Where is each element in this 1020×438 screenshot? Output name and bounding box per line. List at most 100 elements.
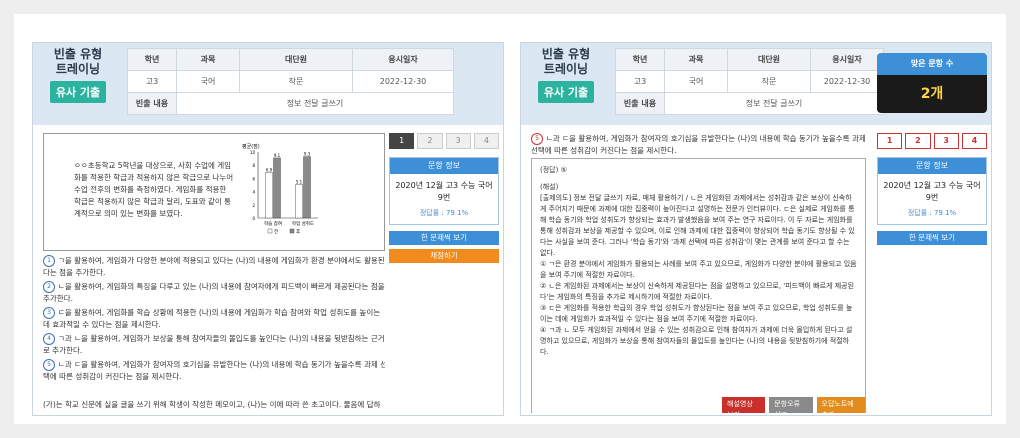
- bar-전-학업 성취도: [295, 184, 303, 219]
- view-one-button[interactable]: 한 문제씩 보기: [877, 231, 987, 245]
- bar-전-학습 참여: [265, 172, 273, 219]
- brand: 빈출 유형 트레이닝 유사 기출: [43, 47, 113, 103]
- option-3-text: ㄷ을 활용하여, 게임화를 학습 상황에 적용한 (나)의 내용에 게임화가 학…: [43, 308, 381, 329]
- watch-video-button[interactable]: 해설영상 보기: [722, 397, 766, 413]
- passage-text: ㅇㅇ초등학교 5학년을 대상으로, 사회 수업에 게임화를 적용한 학급과 적용…: [74, 161, 234, 218]
- option-5[interactable]: 5 ㄴ과 ㄷ을 활용하여, 게임화가 참여자의 호기심을 유발한다는 (나)의 내…: [43, 359, 385, 383]
- option-3-number: 3: [43, 307, 55, 319]
- brand-line1: 빈출 유형: [541, 47, 591, 61]
- option-2[interactable]: 2 ㄴ을 활용하여, 게임화의 특징을 다루고 있는 (나)의 내용에 참여자에게…: [43, 281, 385, 305]
- date-value: 2022-12-30: [352, 70, 454, 93]
- legend-swatch: [289, 228, 295, 234]
- side-panel: 1 2 3 4 문항 정보 2020년 12월 고3 수능 국어 9번 정답률 …: [389, 133, 499, 263]
- left-panel: 빈출 유형 트레이닝 유사 기출 학년 과목 대단원 응시일자 고3 국어 작문…: [32, 42, 504, 416]
- explanation-item-3: ③ ㄷ은 게임화를 적용한 학급의 경우 학업 성취도가 향상된다는 점을 보여…: [540, 304, 853, 323]
- brand-line2: 트레이닝: [543, 62, 589, 76]
- subject-value: 국어: [664, 70, 728, 93]
- bar-value-label: 6.9: [266, 167, 273, 172]
- tab-1[interactable]: 1: [389, 133, 415, 149]
- tab-3[interactable]: 3: [445, 133, 471, 149]
- add-wrong-note-button[interactable]: 오답노트에 추가: [816, 397, 865, 413]
- right-panel: 빈출 유형 트레이닝 유사 기출 학년 과목 대단원 응시일자 고3 국어 작문…: [520, 42, 992, 416]
- option-4[interactable]: 4 ㄱ과 ㄴ을 활용하여, 게임화가 보상을 통해 참여자들의 몰입도를 높인다는…: [43, 333, 385, 357]
- question-info-box: 문항 정보 2020년 12월 고3 수능 국어 9번 정답률 : 79.1%: [389, 157, 499, 225]
- tab-2[interactable]: 2: [417, 133, 443, 149]
- date-header: 응시일자: [810, 48, 884, 71]
- question-content[interactable]: ㅇㅇ초등학교 5학년을 대상으로, 사회 수업에 게임화를 적용한 학급과 적용…: [43, 133, 385, 413]
- unit-header: 대단원: [727, 48, 811, 71]
- view-one-button[interactable]: 한 문제씩 보기: [389, 231, 499, 245]
- option-5-text: ㄴ과 ㄷ을 활용하여, 게임화가 참여자의 호기심을 유발한다는 (나)의 내용…: [531, 134, 866, 155]
- answer-actions: 해설영상 보기 문항오류 신고 오답노트에 추가: [722, 397, 865, 413]
- legend-swatch: [267, 228, 273, 234]
- question-info-box: 문항 정보 2020년 12월 고3 수능 국어 9번 정답률 : 79.1%: [877, 157, 987, 225]
- grade-label: 채점하기: [430, 251, 458, 260]
- subject-value: 국어: [176, 70, 240, 93]
- option-3[interactable]: 3 ㄷ을 활용하여, 게임화를 학습 상황에 적용한 (나)의 내용에 게임화가 …: [43, 307, 385, 331]
- header: 빈출 유형 트레이닝 유사 기출 학년 과목 대단원 응시일자 고3 국어 작문…: [33, 43, 503, 125]
- question-info-source: 2020년 12월 고3 수능 국어 9번: [883, 181, 981, 202]
- y-tick-label: 0: [252, 216, 255, 221]
- option-5-number: 5: [531, 133, 543, 145]
- option-1-number: 1: [43, 255, 55, 267]
- content-label: 빈출 내용: [127, 92, 177, 115]
- bar-chart: 평균(점) 0 2 4 6 8 10 6.9 9.1 학습 참여 5.1 9.3 학업 성취도전 후: [242, 143, 318, 235]
- header: 빈출 유형 트레이닝 유사 기출 학년 과목 대단원 응시일자 고3 국어 작문…: [521, 43, 991, 125]
- correct-rate: 정답률 : 79.1%: [419, 209, 469, 217]
- explanation-item-1: ① ㄱ은 환경 분야에서 게임화가 활용되는 사례를 보여 주고 있으므로, 게…: [540, 260, 857, 279]
- side-panel: 1 2 3 4 문항 정보 2020년 12월 고3 수능 국어 9번 정답률 …: [877, 133, 987, 245]
- answer-label: (정답) ⑤: [540, 166, 567, 174]
- explanation-body: [출제의도] 정보 전달 글쓰기 자료, 매체 활용하기 / ㄴ은 게임화된 과…: [540, 194, 855, 257]
- score-value: 2개: [877, 75, 987, 113]
- score-box: 맞은 문항 수 2개: [877, 53, 987, 113]
- option-1[interactable]: 1 ㄱ을 활용하여, 게임화가 다양한 분야에 적용되고 있다는 (나)의 내용에…: [43, 255, 385, 279]
- question-info-title: 문항 정보: [390, 158, 498, 174]
- tab-3[interactable]: 3: [933, 133, 959, 149]
- category-label: 학습 참여: [264, 220, 282, 227]
- option-5-text: ㄴ과 ㄷ을 활용하여, 게임화가 참여자의 호기심을 유발한다는 (나)의 내용…: [43, 360, 385, 381]
- unit-value: 작문: [239, 70, 353, 93]
- question-info-source: 2020년 12월 고3 수능 국어 9번: [395, 181, 493, 202]
- similar-exam-tag: 유사 기출: [537, 81, 595, 103]
- grade-header: 학년: [615, 48, 665, 71]
- y-tick-label: 8: [252, 163, 255, 168]
- tab-2[interactable]: 2: [905, 133, 931, 149]
- bar-후-학습 참여: [273, 157, 281, 219]
- option-2-text: ㄴ을 활용하여, 게임화의 특징을 다루고 있는 (나)의 내용에 참여자에게 …: [43, 282, 385, 303]
- option-1-text: ㄱ을 활용하여, 게임화가 다양한 분야에 적용되고 있다는 (나)의 내용에 …: [43, 256, 385, 277]
- grade-value: 고3: [615, 70, 665, 93]
- grade-value: 고3: [127, 70, 177, 93]
- brand-line2: 트레이닝: [55, 62, 101, 76]
- tab-4[interactable]: 4: [473, 133, 499, 149]
- question-tabs: 1 2 3 4: [877, 133, 987, 149]
- subject-header: 과목: [176, 48, 240, 71]
- option-4-number: 4: [43, 333, 55, 345]
- report-error-button[interactable]: 문항오류 신고: [769, 397, 813, 413]
- next-question-intro: (가)는 학교 신문에 실을 글을 쓰기 위해 학생이 작성한 메모이고, (나…: [43, 400, 381, 409]
- content-value: 정보 전달 글쓰기: [664, 92, 884, 115]
- view-one-label: 한 문제씩 보기: [908, 233, 956, 242]
- option-5-number: 5: [43, 359, 55, 371]
- bar-후-학업 성취도: [303, 156, 311, 219]
- tab-1[interactable]: 1: [877, 133, 903, 149]
- y-tick-label: 10: [250, 150, 256, 155]
- bar-value-label: 9.1: [274, 153, 281, 158]
- option-2-number: 2: [43, 281, 55, 293]
- bar-value-label: 9.3: [304, 152, 311, 157]
- content-label: 빈출 내용: [615, 92, 665, 115]
- y-tick-label: 2: [252, 203, 255, 208]
- question-info-title: 문항 정보: [878, 158, 986, 174]
- unit-header: 대단원: [239, 48, 353, 71]
- question-tabs: 1 2 3 4: [389, 133, 499, 149]
- correct-rate: 정답률 : 79.1%: [907, 209, 957, 217]
- explanation-label: (해설): [540, 183, 559, 191]
- tab-4[interactable]: 4: [961, 133, 987, 149]
- brand: 빈출 유형 트레이닝 유사 기출: [531, 47, 601, 103]
- category-label: 학업 성취도: [292, 220, 314, 227]
- view-one-label: 한 문제씩 보기: [420, 233, 468, 242]
- brand-line1: 빈출 유형: [53, 47, 103, 61]
- answer-content[interactable]: 5 ㄴ과 ㄷ을 활용하여, 게임화가 참여자의 호기심을 유발한다는 (나)의 내…: [531, 133, 873, 413]
- grade-button[interactable]: 채점하기: [389, 249, 499, 263]
- content-value: 정보 전달 글쓰기: [176, 92, 454, 115]
- chart-title: 평균(점): [242, 143, 260, 150]
